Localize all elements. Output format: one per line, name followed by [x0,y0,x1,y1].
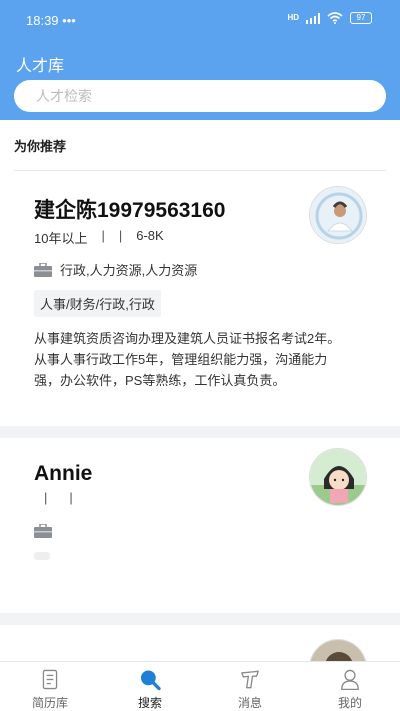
separator: | [118,228,123,243]
message-icon [241,670,259,689]
signal-icon [306,12,320,24]
section-title: 为你推荐 [14,139,67,154]
candidate-meta: 10年以上 | | 6-8K [34,228,164,247]
divider [14,170,386,171]
briefcase-icon [34,262,52,277]
section-header: 为你推荐 [0,120,400,172]
briefcase-icon [34,524,52,538]
industry-text: 行政,人力资源,人力资源 [60,263,198,278]
skill-tag: 人事/财务/行政,行政 [34,290,161,317]
tab-label: 我的 [337,696,362,710]
document-icon [42,669,58,690]
separator: | [44,490,48,505]
search-box[interactable] [14,80,386,112]
profile-icon [341,669,359,691]
avatar [309,639,367,661]
tab-label: 消息 [237,696,262,710]
network-hd-icon: HD [287,13,299,22]
tag-placeholder [34,552,50,560]
salary: 6-8K [136,228,164,243]
status-time: 18:39 ••• [26,13,76,28]
industry-row: 行政,人力资源,人力资源 [34,260,197,279]
tab-resume-library[interactable]: 简历库 [0,662,100,711]
candidate-description: 从事建筑资质咨询办理及建筑人员证书报名考试2年。从事人事行政工作5年，管理组织能… [34,331,341,388]
page-title: 人才库 [16,58,65,75]
tab-label: 搜索 [137,696,162,710]
separator: | [101,228,105,243]
tab-search[interactable]: 搜索 [100,662,200,711]
main-content[interactable]: 为你推荐 建企陈19979563160 10年以上 | | 6-8K 行政,人力… [0,120,400,661]
separator: | [69,490,73,505]
header-bar: 18:39 ••• HD 97 人才库 [0,0,400,120]
avatar [309,448,367,506]
candidate-meta: | | [44,490,73,505]
avatar [309,186,367,244]
status-bar: 18:39 ••• HD 97 [0,0,400,40]
candidate-name: 建企陈19979563160 [34,199,226,222]
search-icon [140,670,161,691]
search-input[interactable] [14,80,386,112]
resume-card[interactable]: Annie | | [0,438,400,613]
candidate-name: Annie [34,462,93,485]
tab-profile[interactable]: 我的 [300,662,400,711]
resume-card[interactable] [0,625,400,661]
tab-messages[interactable]: 消息 [200,662,300,711]
industry-row [34,524,60,538]
experience: 10年以上 [34,231,88,246]
tab-label: 简历库 [31,696,68,710]
battery-icon: 97 [350,12,372,24]
bottom-tab-bar: 简历库 搜索 消息 我的 [0,661,400,711]
wifi-icon [327,12,343,24]
resume-card[interactable]: 建企陈19979563160 10年以上 | | 6-8K 行政,人力资源,人力… [0,172,400,426]
status-icons: HD 97 [287,12,372,24]
